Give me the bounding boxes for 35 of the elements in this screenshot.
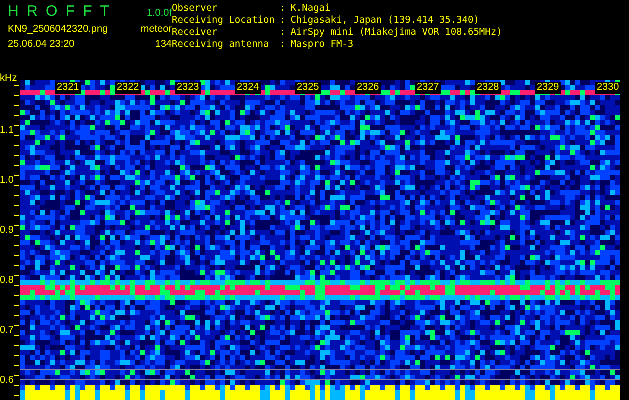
axis-label: 0.8	[0, 274, 14, 286]
time-label: 2321	[55, 82, 82, 94]
info-separator: :	[280, 39, 286, 51]
axis-label: 0.6	[0, 374, 14, 386]
time-label: 2322	[115, 82, 142, 94]
time-label: 2326	[355, 82, 382, 94]
info-value: Maspro FM-3	[290, 39, 355, 51]
info-value: Chigasaki, Japan (139.414 35.340)	[290, 15, 480, 27]
time-label: 2324	[235, 82, 262, 94]
time-label: 2329	[535, 82, 562, 94]
axis-label: 1.1	[0, 124, 14, 136]
info-value: K.Nagai	[290, 3, 332, 15]
axis-label: 0.7	[0, 324, 14, 336]
info-separator: :	[280, 27, 286, 39]
app-name: H R O F F T	[8, 3, 112, 20]
timestamp: 25.06.04 23:20	[8, 39, 75, 50]
info-label: Receiver	[172, 27, 219, 39]
info-label: Receiving antenna	[172, 39, 270, 51]
file-name: KN9_2506042320.png	[8, 24, 108, 35]
info-label: Receiving Location	[172, 15, 275, 27]
info-separator: :	[280, 3, 286, 15]
info-value: AirSpy mini (Miakejima VOR 108.65MHz)	[290, 27, 502, 39]
unit-label: kHz	[0, 72, 18, 86]
time-label: 2328	[475, 82, 502, 94]
info-separator: :	[280, 15, 286, 27]
time-label: 2325	[295, 82, 322, 94]
axis-label: 1.0	[0, 174, 14, 186]
time-label: 2330	[595, 82, 622, 94]
version-label: 1.0.0f	[146, 8, 172, 19]
time-label: 2327	[415, 82, 442, 94]
axis-label: 0.9	[0, 224, 14, 236]
count-label: 134	[154, 39, 172, 50]
mode-label: meteor	[140, 24, 172, 35]
info-label: Observer	[172, 3, 219, 15]
time-label: 2323	[175, 82, 202, 94]
